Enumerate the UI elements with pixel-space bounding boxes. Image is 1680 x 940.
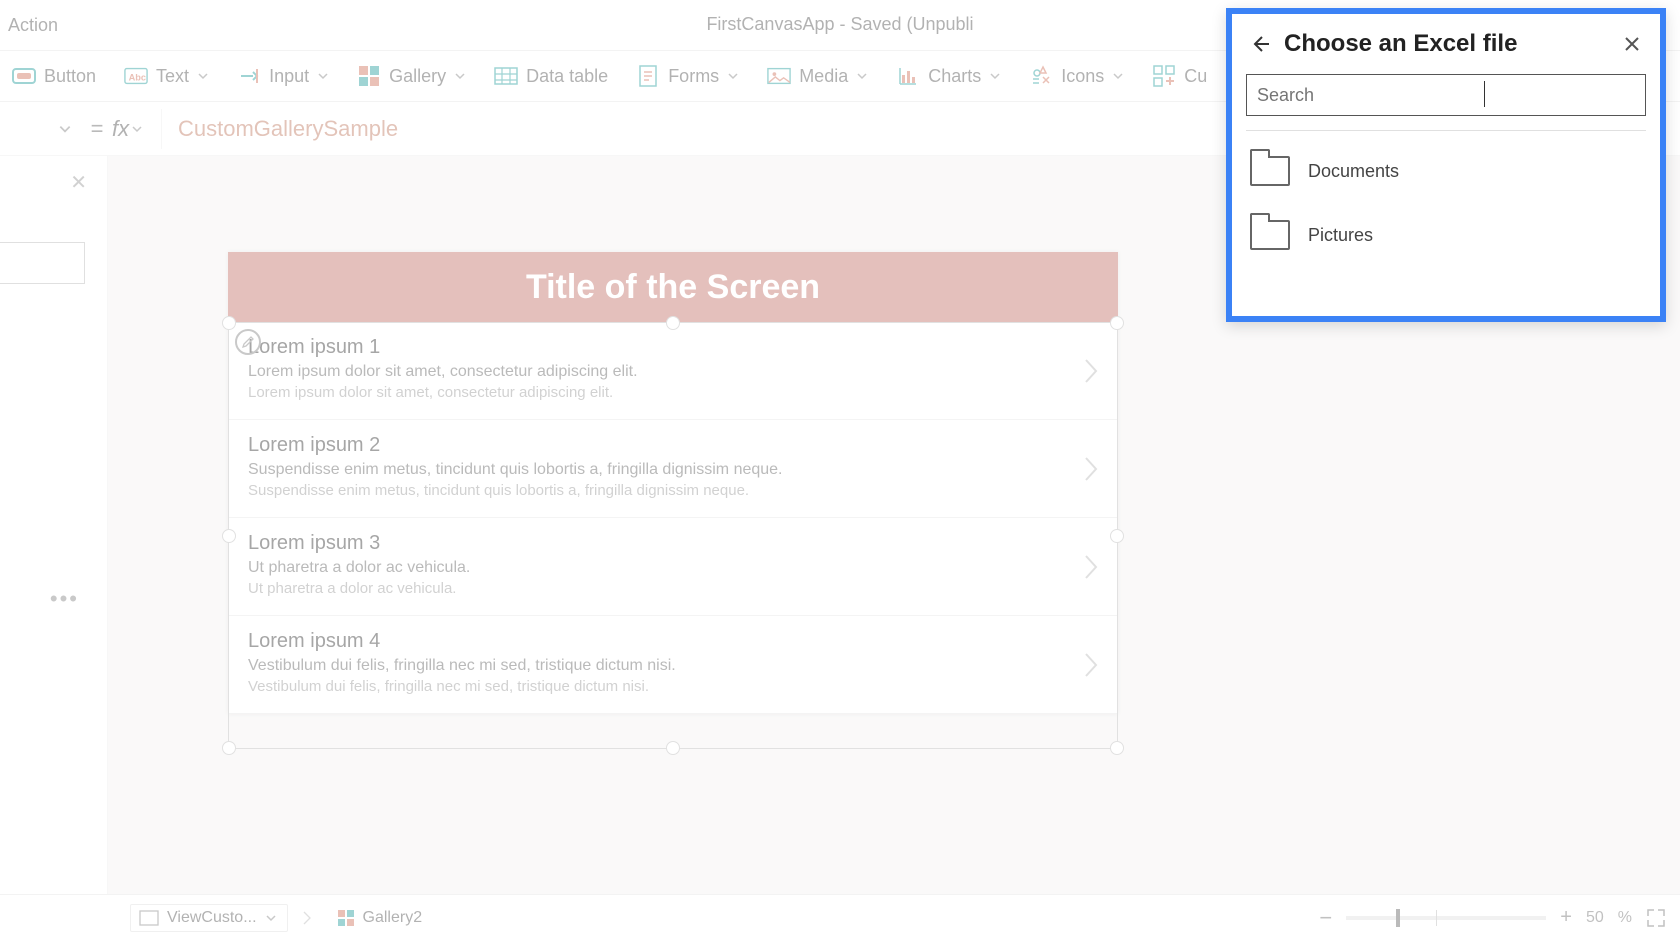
insert-media-label: Media [799,66,848,87]
fx-button[interactable]: fx [112,109,162,149]
insert-gallery[interactable]: Gallery [357,64,466,88]
resize-handle[interactable] [1110,316,1124,330]
text-icon: Abc [124,64,148,88]
zoom-value: 50 [1586,909,1604,927]
status-bar: ViewCusto... Gallery2 − + 50 % [0,894,1680,940]
zoom-slider[interactable] [1346,916,1546,920]
resize-handle[interactable] [666,316,680,330]
input-icon [237,64,261,88]
insert-icons-label: Icons [1061,66,1104,87]
chevron-right-icon [302,910,312,926]
close-icon[interactable]: ✕ [70,170,87,195]
breadcrumb-screen-label: ViewCusto... [167,909,257,927]
folder-label: Pictures [1308,225,1373,246]
folder-icon [1250,220,1290,250]
resize-handle[interactable] [1110,741,1124,755]
insert-data-table-label: Data table [526,66,608,87]
svg-text:Abc: Abc [129,73,146,83]
zoom-out[interactable]: − [1319,905,1332,931]
zoom-suffix: % [1618,909,1632,927]
forms-icon [636,64,660,88]
chevron-down-icon [989,70,1001,82]
folder-icon [1250,156,1290,186]
close-button[interactable] [1618,30,1646,58]
zoom-in[interactable]: + [1560,906,1572,929]
folder-label: Documents [1308,161,1399,182]
screen-title: Title of the Screen [228,252,1118,322]
chevron-down-icon [1112,70,1124,82]
chevron-down-icon [727,70,739,82]
icons-icon [1029,64,1053,88]
fullscreen-icon[interactable] [1646,908,1666,928]
folder-item[interactable]: Documents [1246,139,1646,203]
resize-handle[interactable] [222,741,236,755]
gallery-icon [357,64,381,88]
insert-button[interactable]: Button [12,64,96,88]
insert-gallery-label: Gallery [389,66,446,87]
insert-text[interactable]: Abc Text [124,64,209,88]
chevron-down-icon [197,70,209,82]
tree-search-box[interactable] [0,242,85,284]
text-cursor [1484,81,1485,107]
search-input[interactable] [1257,85,1635,106]
charts-icon [896,64,920,88]
chevron-down-icon [265,912,277,924]
menu-action[interactable]: Action [0,15,66,36]
chevron-down-icon [454,70,466,82]
excel-file-panel: Choose an Excel file Documents Pictures [1226,8,1666,322]
back-button[interactable] [1246,30,1274,58]
resize-handle[interactable] [666,741,680,755]
screen-icon [139,910,159,926]
edit-gallery-icon[interactable] [235,329,261,355]
gallery-selection[interactable] [228,322,1118,749]
panel-title: Choose an Excel file [1284,30,1608,58]
table-icon [494,64,518,88]
property-select[interactable] [0,109,82,149]
breadcrumb-screen[interactable]: ViewCusto... [130,904,288,932]
insert-forms[interactable]: Forms [636,64,739,88]
divider [1246,130,1646,131]
breadcrumb-gallery-label: Gallery2 [363,909,423,927]
insert-forms-label: Forms [668,66,719,87]
insert-charts-label: Charts [928,66,981,87]
insert-input-label: Input [269,66,309,87]
insert-input[interactable]: Input [237,64,329,88]
folder-item[interactable]: Pictures [1246,203,1646,267]
breadcrumb-gallery[interactable]: Gallery2 [326,904,434,932]
left-tree-pane: ✕ ••• [0,156,108,894]
resize-handle[interactable] [222,316,236,330]
media-icon [767,64,791,88]
button-icon [12,64,36,88]
insert-charts[interactable]: Charts [896,64,1001,88]
insert-custom-label: Cu [1184,66,1207,87]
resize-handle[interactable] [1110,529,1124,543]
more-icon[interactable]: ••• [50,586,79,612]
insert-button-label: Button [44,66,96,87]
equals-sign: = [82,116,112,142]
gallery-icon [337,909,355,927]
insert-data-table[interactable]: Data table [494,64,608,88]
chevron-down-icon [317,70,329,82]
search-input-wrapper[interactable] [1246,74,1646,116]
insert-text-label: Text [156,66,189,87]
insert-icons[interactable]: Icons [1029,64,1124,88]
custom-icon [1152,64,1176,88]
insert-media[interactable]: Media [767,64,868,88]
insert-custom[interactable]: Cu [1152,64,1207,88]
chevron-down-icon [856,70,868,82]
resize-handle[interactable] [222,529,236,543]
